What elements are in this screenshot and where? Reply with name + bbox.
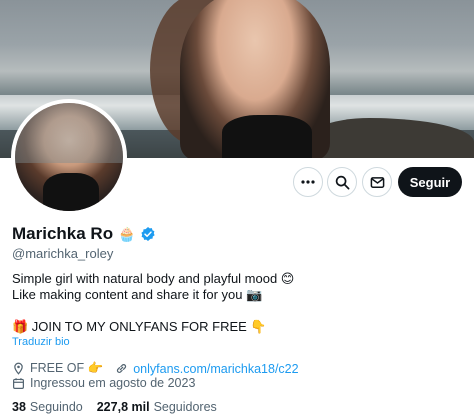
message-button[interactable]: [362, 167, 392, 197]
location-icon: [14, 362, 23, 375]
website-link[interactable]: onlyfans.com/marichka18/c22: [133, 362, 298, 376]
mail-icon: [370, 176, 384, 188]
verified-badge-icon[interactable]: [140, 226, 156, 242]
more-icon: [301, 180, 315, 184]
search-icon: [335, 175, 349, 189]
location-text: FREE OF 👉: [30, 361, 104, 375]
handle: @marichka_roley: [12, 246, 114, 261]
name-row: Marichka Ro 🧁: [12, 224, 156, 244]
avatar-image: [15, 103, 123, 211]
search-button[interactable]: [327, 167, 357, 197]
followers-label[interactable]: Seguidores: [154, 400, 217, 414]
bio: Simple girl with natural body and playfu…: [12, 271, 462, 335]
followers-count[interactable]: 227,8 mil: [97, 400, 150, 414]
bio-line: Simple girl with natural body and playfu…: [12, 271, 295, 286]
follow-stats: 38 Seguindo 227,8 mil Seguidores: [12, 400, 231, 414]
follow-button[interactable]: Seguir: [398, 167, 462, 197]
translate-bio-link[interactable]: Traduzir bio: [12, 336, 70, 348]
banner-top: [222, 115, 312, 158]
meta-row-location-website: FREE OF 👉 onlyfans.com/marichka18/c22: [12, 361, 299, 376]
link-icon: [117, 364, 127, 373]
bio-line: Like making content and share it for you…: [12, 287, 263, 302]
display-name: Marichka Ro: [12, 224, 114, 243]
avatar[interactable]: [11, 99, 127, 215]
more-button[interactable]: [293, 167, 323, 197]
following-count[interactable]: 38: [12, 400, 26, 414]
following-label[interactable]: Seguindo: [30, 400, 83, 414]
cupcake-emoji: 🧁: [118, 225, 136, 242]
avatar-body: [43, 173, 99, 211]
calendar-icon: [13, 377, 24, 389]
bio-line: 🎁 JOIN TO MY ONLYFANS FOR FREE 👇: [12, 319, 267, 334]
avatar-background: [15, 103, 123, 163]
joined-date: Ingressou em agosto de 2023: [30, 376, 196, 390]
meta-row-joined: Ingressou em agosto de 2023: [12, 376, 195, 390]
